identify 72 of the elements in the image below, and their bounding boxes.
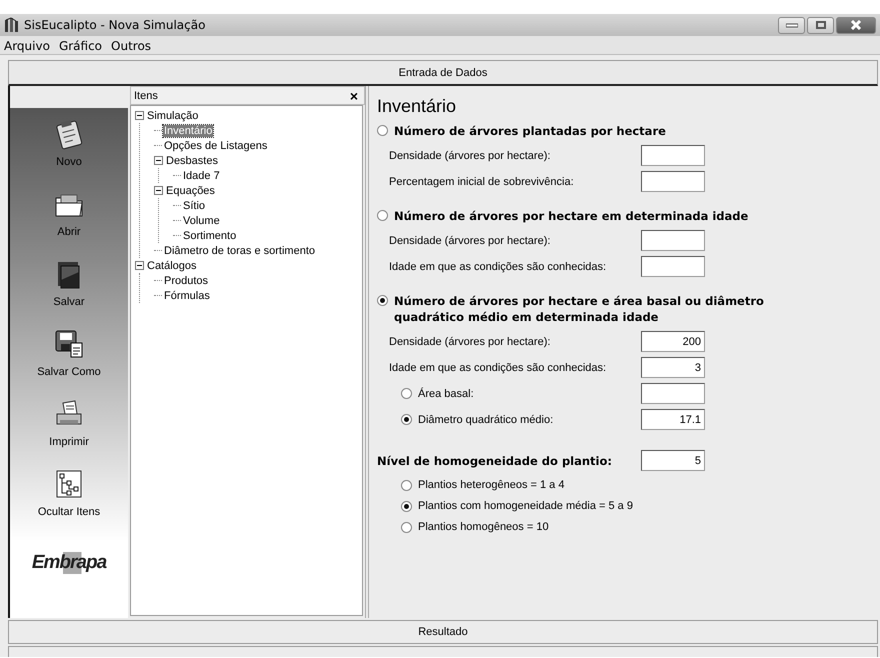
input-field[interactable]: 17.1 xyxy=(641,409,705,430)
radio-button[interactable] xyxy=(377,210,388,221)
toolbar-button[interactable]: Imprimir xyxy=(14,398,124,468)
input-field[interactable] xyxy=(641,383,705,404)
tree-item[interactable]: Equações xyxy=(165,184,216,196)
tree-item[interactable]: Simulação xyxy=(146,110,200,122)
toolbar-button[interactable]: Ocultar Itens xyxy=(14,468,124,538)
input-field[interactable]: 5 xyxy=(641,450,705,471)
tree-item[interactable]: Desbastes xyxy=(165,154,219,166)
field-label: Densidade (árvores por hectare): xyxy=(389,336,550,348)
collapse-icon[interactable] xyxy=(135,111,144,120)
window-title: SisEucalipto - Nova Simulação xyxy=(24,18,206,32)
tree-item[interactable]: Diâmetro de toras e sortimento xyxy=(163,244,316,256)
input-field[interactable] xyxy=(641,230,705,251)
radio-label: Área basal: xyxy=(418,388,474,400)
close-button[interactable] xyxy=(836,16,876,34)
radio-button[interactable] xyxy=(401,522,412,532)
field-label: Densidade (árvores por hectare): xyxy=(389,234,550,246)
logo: Embrapa xyxy=(30,552,108,574)
maximize-button[interactable] xyxy=(807,16,834,34)
field-label: Percentagem inicial de sobrevivência: xyxy=(389,176,574,188)
tree-item[interactable]: Sortimento xyxy=(182,230,238,242)
input-field[interactable] xyxy=(641,256,705,277)
close-button[interactable]: × xyxy=(350,88,358,102)
radio-button[interactable] xyxy=(401,414,412,425)
radio-button[interactable] xyxy=(377,295,388,306)
field-label: Idade em que as condições são conhecidas: xyxy=(389,260,606,272)
radio-button[interactable] xyxy=(401,480,412,490)
radio-label: Plantios heterogêneos = 1 a 4 xyxy=(418,479,564,491)
input-field[interactable] xyxy=(641,171,705,192)
field-label: Densidade (árvores por hectare): xyxy=(389,150,550,162)
input-field[interactable] xyxy=(641,145,705,166)
toolbar-button[interactable]: Abrir xyxy=(14,188,124,258)
toolbar-button[interactable]: Salvar xyxy=(14,258,124,328)
input-field[interactable]: 200 xyxy=(641,331,705,352)
radio-label: Plantios homogêneos = 10 xyxy=(418,521,549,533)
radio-button[interactable] xyxy=(377,125,388,136)
radio-label: Plantios com homogeneidade média = 5 a 9 xyxy=(418,500,633,512)
form-title: Inventário xyxy=(377,96,458,117)
field-label: Nível de homogeneidade do plantio: xyxy=(377,454,612,468)
menu-item[interactable]: Arquivo xyxy=(0,36,55,54)
radio-label: Diâmetro quadrático médio: xyxy=(418,414,554,426)
panel-title: Itens xyxy=(134,90,158,102)
input-field[interactable]: 3 xyxy=(641,357,705,378)
tree-item[interactable]: Catálogos xyxy=(146,260,198,272)
option-label: Número de árvores por hectare e área basal ou diâmetro quadrático médio em determinada idade xyxy=(394,293,765,325)
save-as-icon xyxy=(53,328,85,360)
option-label: Número de árvores por hectare em determinada idade xyxy=(394,208,748,224)
menu-item[interactable]: Gráfico xyxy=(54,36,108,54)
minimize-button[interactable] xyxy=(778,16,805,34)
tree-item[interactable]: Idade 7 xyxy=(182,170,221,182)
tree-item[interactable]: Volume xyxy=(182,214,221,226)
section-header: Entrada de Dados xyxy=(8,60,878,86)
tree-item[interactable]: Inventário xyxy=(163,124,214,136)
tree-item[interactable]: Fórmulas xyxy=(163,290,211,302)
tree-item[interactable]: Opções de Listagens xyxy=(163,140,268,152)
option-label: Número de árvores plantadas por hectare xyxy=(394,123,666,139)
close-icon xyxy=(850,20,862,30)
radio-button[interactable] xyxy=(401,388,412,399)
collapse-icon[interactable] xyxy=(154,156,163,165)
tree-item[interactable]: Produtos xyxy=(163,274,210,286)
section-header: Resultado xyxy=(8,620,878,644)
toolbar-button[interactable]: Novo xyxy=(14,118,124,188)
tree-item[interactable]: Sítio xyxy=(182,200,206,212)
field-label: Idade em que as condições são conhecidas: xyxy=(389,362,606,374)
menu-item[interactable]: Outros xyxy=(107,36,156,54)
radio-button[interactable] xyxy=(401,500,412,512)
collapse-icon[interactable] xyxy=(135,261,144,270)
toolbar-button[interactable]: Salvar Como xyxy=(14,328,124,398)
minimize-icon xyxy=(786,22,798,28)
maximize-icon xyxy=(816,21,826,29)
collapse-icon[interactable] xyxy=(154,186,163,195)
